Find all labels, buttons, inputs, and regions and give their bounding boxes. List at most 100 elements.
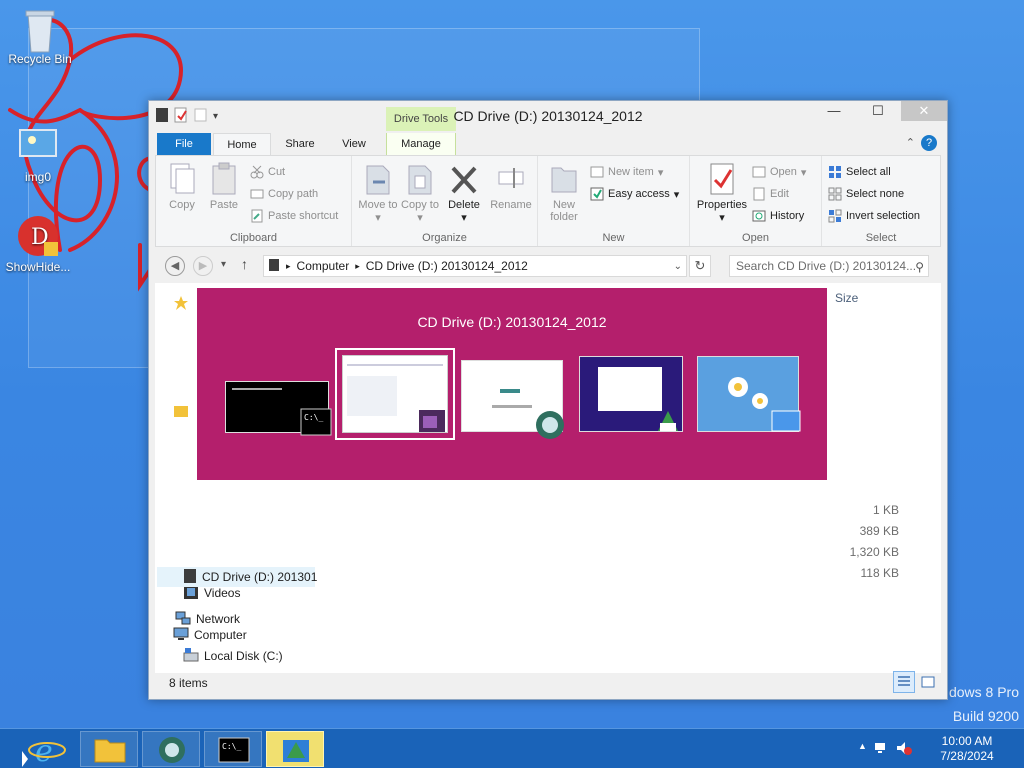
delete-button[interactable]: Delete ▾ <box>444 162 484 224</box>
desktop-icon-showhide[interactable]: D ShowHide... <box>0 214 76 274</box>
large-icons-view-button[interactable] <box>917 671 939 693</box>
new-item-button[interactable]: New item ▾ <box>590 162 663 182</box>
edit-button[interactable]: Edit <box>752 184 789 204</box>
desktop-icon-img0[interactable]: img0 <box>0 124 76 184</box>
copy-label: Copy <box>169 199 195 211</box>
minimize-button[interactable]: — <box>817 101 851 121</box>
select-none-button[interactable]: Select none <box>828 184 904 204</box>
system-tray: ▲ 10:00 AM 7/28/2024 <box>854 729 1024 768</box>
desktop-icon-label: img0 <box>24 170 51 184</box>
taskbar-internet-explorer[interactable]: e <box>18 731 76 768</box>
nav-item-local-disk[interactable]: Local Disk (C:) <box>183 646 283 666</box>
drive-icon <box>268 258 280 275</box>
nav-label: Videos <box>204 586 241 600</box>
switcher-thumb-command-prompt[interactable]: C:\_ <box>225 381 332 436</box>
taskbar-browser[interactable] <box>142 731 200 767</box>
title-bar[interactable]: ▾ Drive Tools CD Drive (D:) 20130124_201… <box>149 101 947 131</box>
svg-text:C:\_: C:\_ <box>222 742 241 751</box>
back-button[interactable]: ◀ <box>165 256 185 276</box>
search-input[interactable]: Search CD Drive (D:) 20130124... ⚲ <box>729 255 929 277</box>
network-status-icon[interactable] <box>874 741 890 758</box>
select-all-button[interactable]: Select all <box>828 162 891 182</box>
select-none-icon <box>828 187 842 201</box>
copy-path-button[interactable]: Copy path <box>250 184 318 204</box>
copy-icon <box>167 162 197 196</box>
file-explorer-icon <box>94 739 126 763</box>
move-to-button[interactable]: Move to ▾ <box>358 162 398 224</box>
internet-explorer-icon: e <box>28 734 66 768</box>
copy-to-button[interactable]: Copy to ▾ <box>400 162 440 224</box>
installer-icon <box>283 740 309 762</box>
recent-locations-icon[interactable]: ▾ <box>221 259 226 270</box>
nav-item-network[interactable]: Network <box>175 609 240 629</box>
open-button[interactable]: Open ▾ <box>752 162 806 182</box>
local-disk-icon <box>183 647 199 666</box>
switcher-thumb-browser[interactable] <box>461 360 564 439</box>
rename-icon <box>496 162 526 196</box>
copy-button[interactable]: Copy <box>162 162 202 211</box>
chevron-right-icon: ▸ <box>286 260 291 271</box>
invert-selection-button[interactable]: Invert selection <box>828 206 920 226</box>
taskbar-installer[interactable] <box>266 731 324 767</box>
cut-button[interactable]: Cut <box>250 162 285 182</box>
tab-share[interactable]: Share <box>275 133 325 155</box>
rename-label: Rename <box>490 199 532 211</box>
select-group-label: Select <box>865 232 897 244</box>
delete-x-icon <box>449 162 479 196</box>
refresh-button[interactable]: ↻ <box>689 255 711 277</box>
tab-view[interactable]: View <box>331 133 377 155</box>
paste-shortcut-button[interactable]: Paste shortcut <box>250 206 338 226</box>
address-bar[interactable]: ▸ Computer ▸ CD Drive (D:) 20130124_2012… <box>263 255 687 277</box>
help-icon[interactable]: ? <box>921 135 937 151</box>
switcher-thumb-desktop[interactable] <box>697 356 802 435</box>
desktop-icon-label: Recycle Bin <box>8 52 72 66</box>
search-placeholder: Search CD Drive (D:) 20130124... <box>736 259 917 273</box>
file-size: 389 KB <box>859 524 899 538</box>
switcher-thumb-installer[interactable] <box>579 356 683 432</box>
svg-text:e: e <box>35 734 53 768</box>
desktop-thumb-icon <box>770 407 802 435</box>
breadcrumb-computer[interactable]: Computer <box>297 259 350 273</box>
command-prompt-icon: C:\_ <box>300 408 332 436</box>
maximize-button[interactable]: ☐ <box>861 101 895 121</box>
nav-item-cd-drive[interactable]: CD Drive (D:) 201301 <box>157 567 317 587</box>
search-icon: ⚲ <box>915 260 924 274</box>
favorites-star-icon[interactable] <box>173 293 189 313</box>
nav-label: Computer <box>194 628 247 642</box>
copy-to-icon <box>405 162 435 196</box>
tab-manage[interactable]: Manage <box>386 133 456 155</box>
easy-access-button[interactable]: Easy access ▾ <box>590 184 679 204</box>
details-view-icon <box>898 676 910 686</box>
clock[interactable]: 10:00 AM 7/28/2024 <box>932 734 1002 764</box>
new-item-label: New item <box>608 166 654 178</box>
close-button[interactable]: ✕ <box>901 101 947 121</box>
show-hidden-icons-icon[interactable]: ▲ <box>858 741 867 751</box>
history-button[interactable]: History <box>752 206 804 226</box>
breadcrumb-cd-drive[interactable]: CD Drive (D:) 20130124_2012 <box>366 259 528 273</box>
collapse-ribbon-icon[interactable]: ⌃ <box>906 136 915 149</box>
forward-button[interactable]: ▶ <box>193 256 213 276</box>
libraries-icon[interactable] <box>173 401 189 421</box>
new-folder-button[interactable]: New folder <box>544 162 584 223</box>
properties-button[interactable]: Properties ▾ <box>694 162 750 224</box>
volume-muted-icon[interactable] <box>896 741 912 758</box>
cut-label: Cut <box>268 166 286 178</box>
chevron-down-icon[interactable]: ⌄ <box>674 261 682 272</box>
recycle-bin-icon <box>18 6 62 53</box>
tab-file[interactable]: File <box>157 133 211 155</box>
paste-button[interactable]: Paste <box>204 162 244 211</box>
rename-button[interactable]: Rename <box>488 162 534 211</box>
file-explorer-icon <box>417 406 449 434</box>
ribbon-group-new: New folder New item ▾ Easy access ▾ New <box>538 156 690 246</box>
taskbar-command-prompt[interactable]: C:\_ <box>204 731 262 767</box>
up-arrow-icon[interactable]: ↑ <box>241 256 248 272</box>
taskbar-file-explorer[interactable] <box>80 731 138 767</box>
desktop-icon-recycle-bin[interactable]: Recycle Bin <box>2 6 78 66</box>
nav-label: Local Disk (C:) <box>204 649 283 663</box>
size-column-header[interactable]: Size <box>835 291 858 305</box>
switcher-thumb-file-explorer[interactable] <box>335 348 455 440</box>
paste-shortcut-icon <box>250 209 264 223</box>
installer-icon <box>652 407 684 435</box>
details-view-button[interactable] <box>893 671 915 693</box>
tab-home[interactable]: Home <box>213 133 271 155</box>
